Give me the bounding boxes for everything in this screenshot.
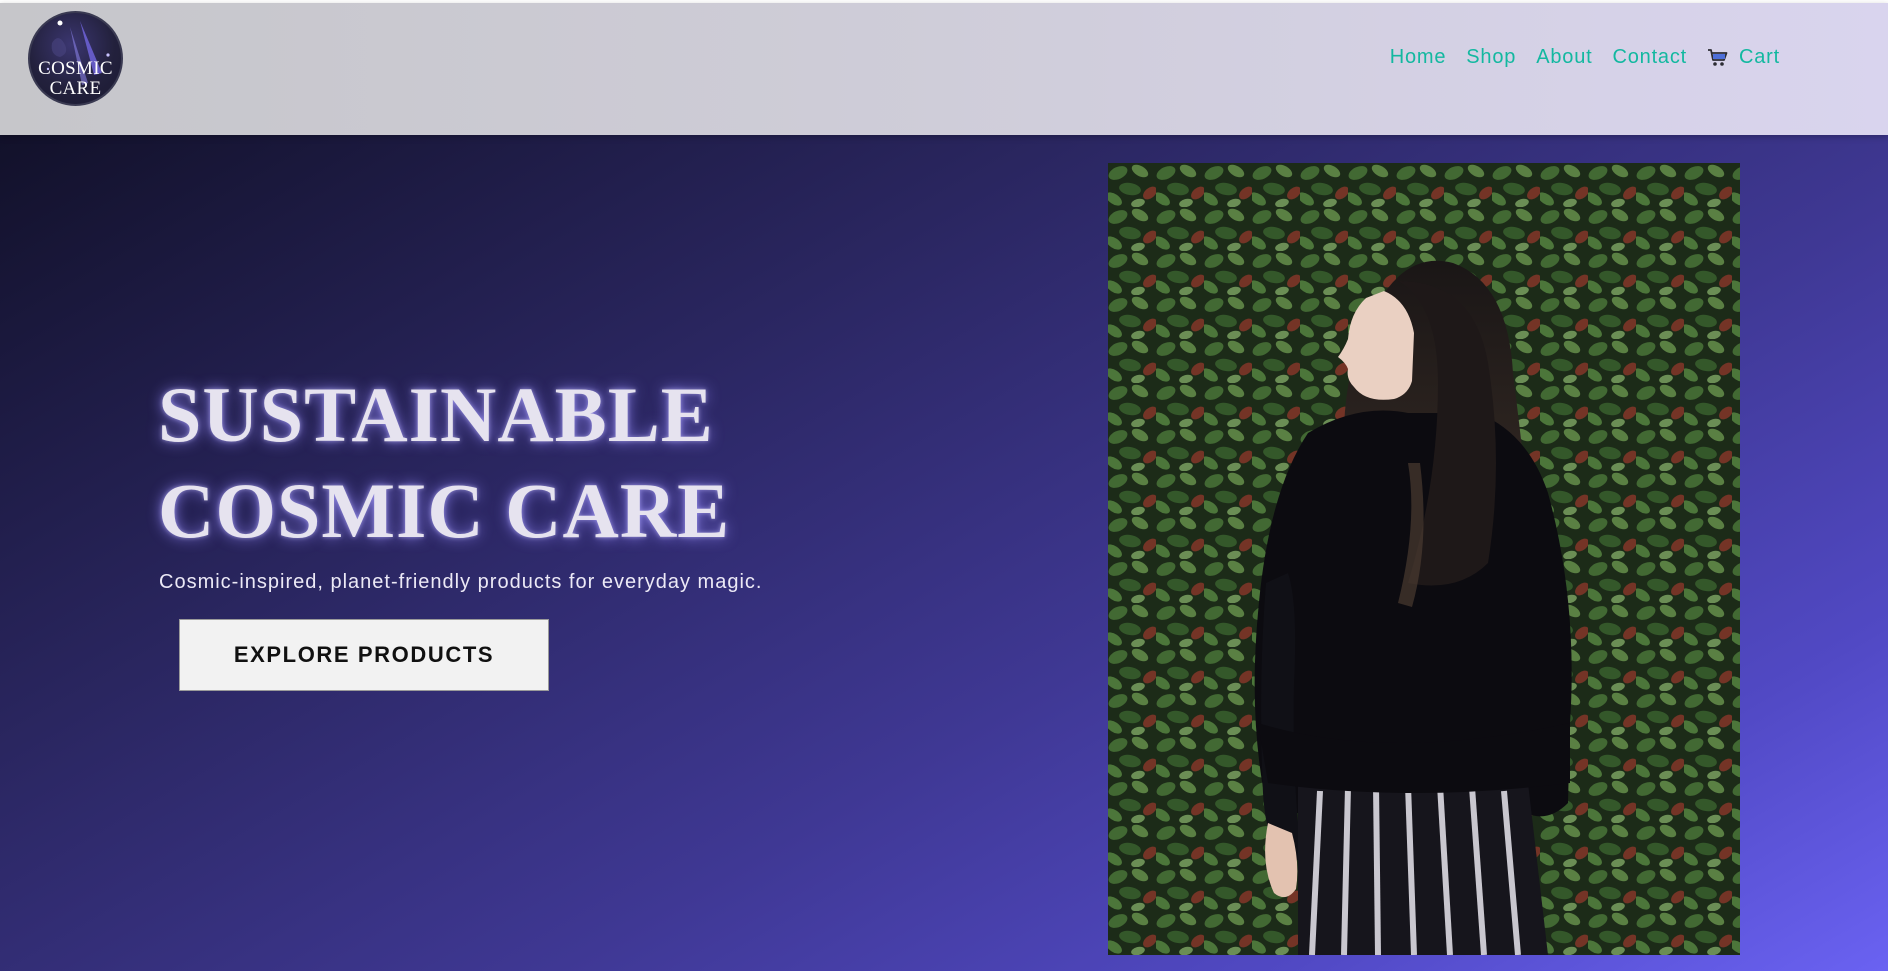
main-nav: Home Shop About Contact Cart — [1390, 46, 1780, 69]
nav-link-about[interactable]: About — [1536, 46, 1592, 69]
hero-photo — [1108, 163, 1740, 955]
page: COSMIC CARE Home Shop About Contact Cart — [0, 0, 1888, 971]
nav-link-contact[interactable]: Contact — [1612, 46, 1687, 69]
hero-title: SUSTAINABLE COSMIC CARE — [158, 367, 730, 559]
hero-photo-illustration — [1108, 163, 1740, 955]
nav-link-home[interactable]: Home — [1390, 46, 1447, 69]
hero-subtitle: Cosmic-inspired, planet-friendly product… — [159, 571, 763, 593]
logo-text-line2: CARE — [49, 78, 102, 99]
cart-label: Cart — [1739, 46, 1780, 68]
hero-section: SUSTAINABLE COSMIC CARE Cosmic-inspired,… — [0, 135, 1888, 971]
hero-title-line2: COSMIC CARE — [158, 467, 731, 554]
nav-link-shop[interactable]: Shop — [1466, 46, 1516, 69]
site-header: COSMIC CARE Home Shop About Contact Cart — [0, 3, 1888, 135]
hero-title-line1: SUSTAINABLE — [158, 371, 714, 458]
nav-link-cart[interactable]: Cart — [1707, 46, 1780, 69]
shopping-cart-icon — [1707, 48, 1729, 68]
explore-products-button[interactable]: EXPLORE PRODUCTS — [179, 619, 549, 691]
logo-text-line1: COSMIC — [38, 58, 113, 79]
brand-logo[interactable]: COSMIC CARE — [28, 11, 123, 106]
